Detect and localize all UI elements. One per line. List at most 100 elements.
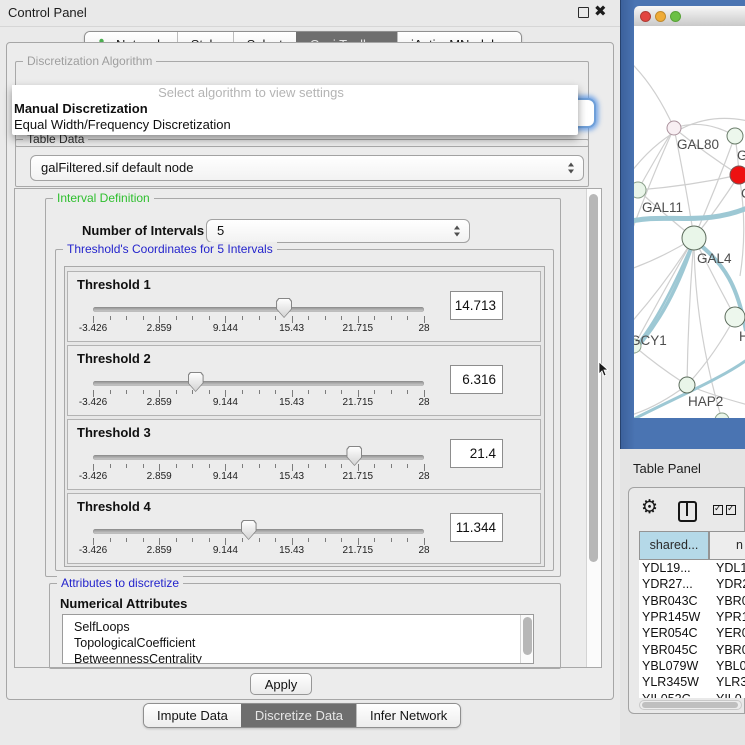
table-hscrollbar-thumb[interactable] (642, 702, 738, 708)
slider-tick (424, 316, 425, 323)
table-row[interactable]: YLR345WYLR3 (639, 674, 745, 690)
cell-name: YIL0 (712, 692, 742, 698)
network-window-titlebar[interactable] (634, 6, 745, 27)
dropdown-item-manual-discretization[interactable]: Manual Discretization (12, 101, 578, 117)
network-canvas[interactable]: GAL80GACGAL11GAL4GCY1HHAP2 (634, 26, 745, 418)
threshold-value-field[interactable]: 11.344 (450, 513, 503, 542)
cell-name: YPR1 (712, 610, 745, 624)
table-row[interactable]: YDL19...YDL1 (639, 560, 745, 576)
slider-tick (292, 464, 293, 471)
network-edge[interactable] (634, 346, 687, 385)
table-row[interactable]: YPR145WYPR1 (639, 609, 745, 625)
slider-tick (325, 464, 326, 468)
zoom-traffic-light-icon[interactable] (670, 11, 681, 22)
gear-icon[interactable]: ⚙ (641, 496, 658, 518)
network-node[interactable] (715, 413, 729, 418)
network-edge[interactable] (634, 240, 694, 348)
network-node[interactable] (682, 226, 706, 250)
column-header-shared[interactable]: shared... (639, 531, 709, 560)
number-of-intervals-combobox[interactable]: 5 (206, 219, 470, 243)
slider-tick (192, 538, 193, 542)
column-header-n[interactable]: n (709, 531, 745, 560)
attributes-scrollbar-thumb[interactable] (523, 617, 532, 655)
threshold-slider-track[interactable] (93, 529, 424, 534)
slider-tick-label: 21.715 (343, 471, 374, 482)
network-node[interactable] (727, 128, 743, 144)
network-edge[interactable] (687, 317, 735, 385)
table-data-combobox[interactable]: galFiltered.sif default node (30, 155, 584, 181)
attributes-scrollbar[interactable] (520, 615, 533, 663)
attribute-item-topologicalcoefficient[interactable]: TopologicalCoefficient (63, 635, 533, 651)
settings-scrollbar[interactable] (586, 189, 601, 667)
check-icon[interactable] (713, 505, 723, 515)
network-node[interactable] (725, 307, 745, 327)
threshold-slider-thumb[interactable] (188, 372, 204, 392)
table-row[interactable]: YBR045CYBR0 (639, 641, 745, 657)
slider-tick (159, 464, 160, 471)
network-edge[interactable] (674, 124, 735, 136)
thumb-face (347, 447, 361, 465)
slider-tick (407, 390, 408, 394)
slider-tick (242, 538, 243, 542)
threshold-slider-thumb[interactable] (241, 520, 257, 540)
slider-tick (93, 464, 94, 471)
float-panel-icon[interactable] (578, 7, 589, 18)
minimize-traffic-light-icon[interactable] (655, 11, 666, 22)
network-node[interactable] (634, 182, 646, 198)
slider-tick (374, 316, 375, 320)
threshold-slider-track[interactable] (93, 381, 424, 386)
slider-tick (325, 316, 326, 320)
threshold-value-field[interactable]: 6.316 (450, 365, 503, 394)
dropdown-item-equal-width-frequency-discretization[interactable]: Equal Width/Frequency Discretization (12, 117, 578, 133)
close-traffic-light-icon[interactable] (640, 11, 651, 22)
columns-icon[interactable] (678, 501, 697, 522)
table-row[interactable]: YDR27...YDR2 (639, 576, 745, 592)
slider-tick (242, 316, 243, 320)
threshold-slider-track[interactable] (93, 307, 424, 312)
network-node[interactable] (679, 377, 695, 393)
tab-impute-data[interactable]: Impute Data (144, 704, 241, 727)
slider-tick-label: 15.43 (279, 323, 304, 334)
close-panel-icon[interactable]: ✖ (594, 2, 607, 20)
slider-tick-label: 9.144 (213, 323, 238, 334)
node-label-ga: GA (737, 148, 745, 163)
threshold-value-field[interactable]: 21.4 (450, 439, 503, 468)
cell-shared-name: YBR043C (639, 594, 712, 608)
threshold-slider-track[interactable] (93, 455, 424, 460)
tab-discretize-data[interactable]: Discretize Data (241, 704, 356, 727)
table-row[interactable]: YIL052CYIL0 (639, 690, 745, 698)
threshold-value-field[interactable]: 14.713 (450, 291, 503, 320)
attribute-item-selfloops[interactable]: SelfLoops (63, 619, 533, 635)
slider-tick-label: 28 (418, 471, 429, 482)
network-node[interactable] (667, 121, 681, 135)
threshold-slider-thumb[interactable] (276, 298, 292, 318)
table-row[interactable]: YER054CYER0 (639, 625, 745, 641)
threshold-label: Threshold 3 (77, 425, 151, 440)
network-node[interactable] (730, 166, 745, 184)
apply-button[interactable]: Apply (250, 673, 312, 695)
slider-tick (391, 390, 392, 394)
settings-scrollbar-thumb[interactable] (589, 194, 598, 562)
check-icon[interactable] (726, 505, 736, 515)
numerical-attributes-list[interactable]: SelfLoopsTopologicalCoefficientBetweenne… (62, 614, 534, 664)
table-row[interactable]: YBL079WYBL0 (639, 658, 745, 674)
slider-tick (374, 538, 375, 542)
table-row[interactable]: YBR043CYBR0 (639, 593, 745, 609)
attributes-group: Attributes to discretize Numerical Attri… (49, 583, 561, 669)
cyni-toolbox-content: Discretization Algorithm Select algorith… (6, 42, 614, 700)
threshold-slider-thumb[interactable] (346, 446, 362, 466)
cell-name: YBR0 (712, 643, 745, 657)
tab-infer-network[interactable]: Infer Network (356, 704, 460, 727)
thumb-face (277, 299, 291, 317)
network-edge[interactable] (638, 128, 674, 190)
node-label-gcy1: GCY1 (634, 333, 667, 348)
table-hscrollbar[interactable] (639, 700, 742, 710)
slider-tick (176, 538, 177, 542)
network-edge[interactable] (634, 385, 687, 416)
slider-tick (275, 464, 276, 468)
dropdown-item-placeholder[interactable]: Select algorithm to view settings (12, 85, 578, 101)
node-table-rows: YDL19...YDL1YDR27...YDR2YBR043CYBR0YPR14… (639, 560, 745, 698)
network-edge[interactable] (634, 60, 674, 128)
attribute-item-betweennesscentrality[interactable]: BetweennessCentrality (63, 651, 533, 664)
slider-tick (341, 390, 342, 394)
